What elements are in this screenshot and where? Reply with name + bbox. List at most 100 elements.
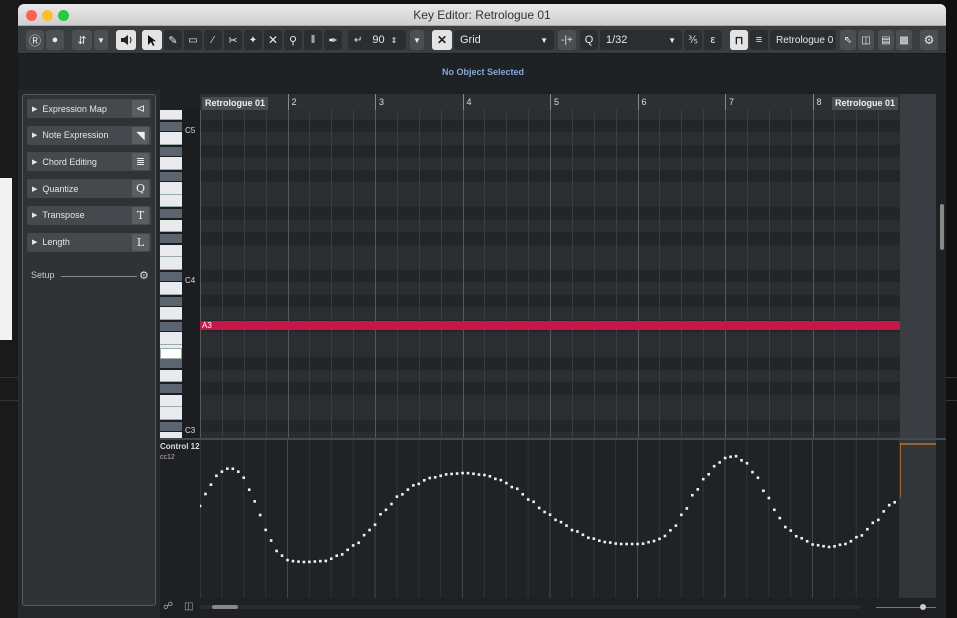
trim-tool[interactable]: ⁄ bbox=[204, 30, 222, 50]
line-tool[interactable]: ‖ bbox=[304, 30, 322, 50]
toolbar: Ⓡ ● ⇵ ▼ ✎ ▭ ⁄ ✂ ✦ ✕ ⚲ ‖ ✒ ↵ 90 ⇕ ▼ ✕ Gri… bbox=[18, 26, 946, 54]
white-key[interactable] bbox=[160, 157, 182, 170]
controller-event-point bbox=[718, 461, 721, 464]
snap-to-zero-button[interactable]: -|+ bbox=[558, 30, 576, 50]
black-key[interactable] bbox=[160, 171, 182, 181]
piano-keyboard[interactable]: C5 C4 C3 bbox=[160, 110, 200, 438]
quantize-preset-select[interactable]: 1/32 ▼ bbox=[600, 30, 682, 50]
ruler[interactable]: Retrologue 01 Retrologue 01 23456789 bbox=[200, 94, 909, 110]
comb-icon: ‖ bbox=[310, 34, 316, 46]
black-key[interactable] bbox=[160, 296, 182, 306]
controller-event-point bbox=[756, 476, 760, 480]
mute-tool[interactable]: ✕ bbox=[264, 30, 282, 50]
controller-event-point bbox=[521, 492, 525, 496]
controller-event-point bbox=[767, 496, 771, 500]
white-key[interactable] bbox=[160, 257, 182, 270]
black-key[interactable] bbox=[160, 359, 182, 368]
acoustic-feedback-button[interactable] bbox=[116, 30, 136, 50]
black-key[interactable] bbox=[160, 321, 182, 331]
insert-velocity-field[interactable]: ↵ 90 ⇕ bbox=[348, 30, 406, 50]
inspector-section-icon[interactable]: ◥ bbox=[132, 126, 149, 144]
controller-event-point bbox=[674, 524, 678, 527]
zoom-slider[interactable] bbox=[876, 604, 936, 610]
erase-tool[interactable]: ▭ bbox=[184, 30, 202, 50]
settings-button[interactable]: ⚙ bbox=[920, 30, 938, 50]
glue-tool[interactable]: ✦ bbox=[244, 30, 262, 50]
white-key[interactable] bbox=[160, 307, 182, 320]
midi-note[interactable]: A3 bbox=[200, 321, 900, 330]
black-key[interactable] bbox=[160, 384, 182, 393]
black-key[interactable] bbox=[160, 234, 182, 243]
grid-line bbox=[265, 110, 267, 438]
white-key[interactable] bbox=[160, 407, 182, 420]
white-key[interactable] bbox=[160, 132, 182, 145]
white-key[interactable] bbox=[160, 394, 182, 407]
black-key[interactable] bbox=[160, 209, 182, 218]
white-key[interactable] bbox=[160, 332, 182, 345]
controller-curve[interactable] bbox=[200, 440, 900, 598]
white-key[interactable] bbox=[160, 182, 182, 195]
show-left-zone-button[interactable]: ▩ bbox=[896, 30, 912, 50]
inspector-section-icon[interactable]: Q bbox=[132, 180, 149, 198]
note-grid[interactable]: A3 bbox=[200, 110, 900, 438]
lane-preset-icon[interactable]: ◫ bbox=[184, 601, 193, 612]
controller-lane-name[interactable]: Control 12 bbox=[160, 442, 200, 451]
controller-event-point bbox=[570, 528, 574, 532]
time-warp-tool[interactable]: ✒ bbox=[324, 30, 342, 50]
iterative-quantize-button[interactable]: ⅗ bbox=[684, 30, 702, 50]
black-key[interactable] bbox=[160, 421, 182, 431]
inspector-section-transpose[interactable]: ▶ Transpose T bbox=[27, 205, 151, 225]
black-key[interactable] bbox=[160, 271, 182, 281]
inspector-section-icon[interactable]: L bbox=[132, 233, 149, 251]
inspector-section-expression-map[interactable]: ▶ Expression Map ⊲ bbox=[27, 99, 151, 118]
active-part-select[interactable]: Retrologue 0 bbox=[770, 30, 836, 50]
zoom-tool[interactable]: ⚲ bbox=[284, 30, 302, 50]
inspector-section-icon[interactable]: ≣ bbox=[132, 153, 149, 171]
controller-event-point bbox=[286, 558, 289, 562]
vertical-scrollbar[interactable] bbox=[938, 94, 946, 514]
black-key[interactable] bbox=[160, 146, 182, 156]
go-to-part-button[interactable]: ⇖ bbox=[840, 30, 856, 50]
draw-tool[interactable]: ✎ bbox=[164, 30, 182, 50]
solo-editor-button[interactable]: Ⓡ bbox=[26, 30, 44, 50]
white-key[interactable] bbox=[160, 110, 182, 120]
inspector-section-length[interactable]: ▶ Length L bbox=[27, 232, 151, 252]
inspector-section-note-expression[interactable]: ▶ Note Expression ◥ bbox=[27, 125, 151, 145]
white-key[interactable] bbox=[160, 244, 182, 257]
vertical-scroll-thumb[interactable] bbox=[940, 204, 944, 250]
independent-track-loop-button[interactable]: ⊓ bbox=[730, 30, 748, 50]
black-key[interactable] bbox=[160, 121, 182, 131]
show-inspector-button[interactable]: ◫ bbox=[858, 30, 874, 50]
setup-gear-icon[interactable]: ⚙ bbox=[139, 269, 149, 282]
controller-lane[interactable] bbox=[200, 440, 900, 598]
white-key[interactable] bbox=[160, 219, 182, 232]
inspector-section-quantize[interactable]: ▶ Quantize Q bbox=[27, 179, 151, 199]
object-selection-tool[interactable] bbox=[142, 30, 162, 50]
show-lower-zone-button[interactable]: ▤ bbox=[878, 30, 894, 50]
horizontal-scroll-thumb[interactable] bbox=[212, 605, 238, 609]
split-tool[interactable]: ✂ bbox=[224, 30, 242, 50]
snap-type-select[interactable]: Grid ▼ bbox=[454, 30, 554, 50]
inspector-section-icon[interactable]: T bbox=[132, 206, 149, 224]
set-up-window-layout-button[interactable]: ⇵ bbox=[72, 30, 92, 50]
autoscroll-button[interactable]: ● bbox=[46, 30, 64, 50]
velocity-dropdown[interactable]: ▼ bbox=[410, 30, 424, 50]
title-bar[interactable]: Key Editor: Retrologue 01 bbox=[18, 4, 946, 26]
white-key[interactable] bbox=[160, 282, 182, 295]
edit-active-part-button[interactable]: ≡ bbox=[750, 30, 768, 50]
quantize-button[interactable]: Q bbox=[580, 30, 598, 50]
note-expression-button[interactable]: ε bbox=[704, 30, 722, 50]
controller-event-point bbox=[866, 527, 869, 531]
controller-event-point bbox=[811, 543, 814, 546]
add-lane-icon[interactable]: ☍ bbox=[163, 601, 173, 612]
expression-e-icon: ε bbox=[710, 34, 716, 46]
white-key[interactable] bbox=[160, 194, 182, 207]
zoom-slider-handle[interactable] bbox=[920, 604, 926, 610]
snap-on-off-button[interactable]: ✕ bbox=[432, 30, 452, 50]
inspector-section-icon[interactable]: ⊲ bbox=[132, 100, 149, 117]
horizontal-scrollbar[interactable] bbox=[200, 605, 860, 609]
layout-dropdown-button[interactable]: ▼ bbox=[94, 30, 108, 50]
inspector-section-chord-editing[interactable]: ▶ Chord Editing ≣ bbox=[27, 152, 151, 172]
white-key[interactable] bbox=[160, 369, 182, 382]
grid-line bbox=[506, 110, 508, 438]
